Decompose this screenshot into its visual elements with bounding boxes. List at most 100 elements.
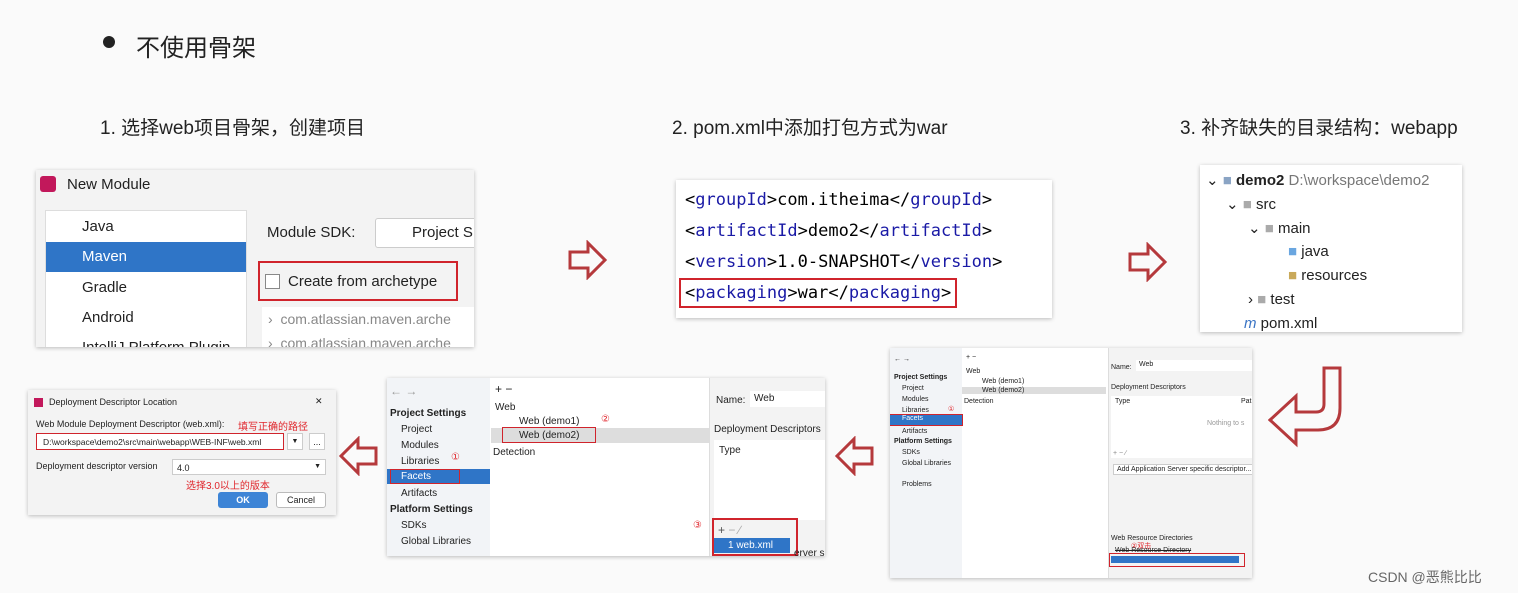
tree-src[interactable]: ⌄ ■ src (1226, 195, 1276, 213)
tree-pom[interactable]: m pom.xml (1244, 315, 1317, 332)
facet-group-web: Web (966, 368, 981, 375)
dd-toolbar[interactable]: + − ∕ (1113, 450, 1126, 457)
pom-line-artifactid: <artifactId>demo2</artifactId> (685, 221, 993, 241)
descriptor-label: Web Module Deployment Descriptor (web.xm… (36, 419, 225, 429)
cancel-button[interactable]: Cancel (276, 492, 326, 508)
dialog-title: Deployment Descriptor Location (49, 397, 178, 407)
tree-java[interactable]: ■ java (1288, 243, 1329, 260)
archetype-checkbox[interactable] (265, 274, 280, 289)
sdk-label: Module SDK: (267, 224, 356, 241)
settings-sidebar: ← → Project Settings Project Modules Lib… (387, 378, 490, 556)
bullet-dot (103, 36, 115, 48)
list-item-android[interactable]: Android (46, 303, 134, 326)
list-item-maven[interactable]: Maven (46, 242, 246, 272)
step-2-heading: 2. pom.xml中添加打包方式为war (672, 118, 948, 139)
archetype-item[interactable]: › com.atlassian.maven.arche (268, 311, 451, 327)
facet-group-web: Web (495, 402, 516, 413)
detection-item[interactable]: Detection (964, 398, 994, 405)
arrow-curved-down-left-icon (1268, 366, 1342, 448)
nav-arrows: ← → (894, 356, 910, 363)
facet-web-demo1[interactable]: Web (demo1) (982, 378, 1024, 385)
sidebar-item-facets[interactable]: Facets (387, 469, 490, 484)
list-item-java[interactable]: Java (46, 211, 246, 241)
project-settings-heading: Project Settings (894, 374, 948, 381)
name-input[interactable]: Web (1136, 360, 1252, 371)
project-settings-heading: Project Settings (390, 408, 467, 419)
type-col: Type (1115, 398, 1131, 405)
sidebar-item-sdks[interactable]: SDKs (902, 449, 920, 456)
intellij-logo-icon (40, 176, 56, 192)
tree-root[interactable]: ⌄ ■ demo2 D:\workspace\demo2 (1206, 171, 1429, 189)
new-module-dialog: New Module Java Maven Gradle Android Int… (36, 170, 474, 347)
list-item-intellij-plugin[interactable]: IntelliJ Platform Plugin (46, 333, 230, 347)
facet-web-demo2[interactable]: Web (demo2) (962, 387, 1106, 394)
list-item-gradle[interactable]: Gradle (46, 273, 127, 296)
facet-web-demo2[interactable]: Web (demo2) (491, 427, 709, 443)
close-icon[interactable]: ✕ (315, 396, 323, 407)
step-3-heading: 3. 补齐缺失的目录结构：webapp (1180, 118, 1458, 139)
module-type-list: Java Maven Gradle Android IntelliJ Platf… (45, 210, 247, 347)
intellij-logo-icon (34, 398, 43, 407)
name-input[interactable]: Web (750, 391, 825, 407)
sidebar-item-project[interactable]: Project (902, 385, 924, 392)
sidebar-item-artifacts[interactable]: Artifacts (401, 488, 437, 499)
server-text: erver s (794, 548, 825, 556)
platform-settings-heading: Platform Settings (390, 504, 473, 515)
add-server-descriptor-button[interactable]: Add Application Server specific descript… (1113, 464, 1252, 475)
archetype-item[interactable]: › com.atlassian.maven.arche (268, 335, 451, 347)
sidebar-item-global-libraries[interactable]: Global Libraries (401, 536, 471, 547)
ok-button[interactable]: OK (218, 492, 268, 508)
wrd-heading: Web Resource Directories (1111, 535, 1193, 542)
tree-main[interactable]: ⌄ ■ main (1248, 219, 1311, 237)
pom-line-packaging: <packaging>war</packaging> (679, 278, 958, 308)
tree-test[interactable]: › ■ test (1248, 291, 1295, 308)
sidebar-item-libraries[interactable]: Libraries (902, 407, 929, 414)
watermark: CSDN @恶熊比比 (1368, 569, 1482, 585)
sidebar-item-libraries[interactable]: Libraries (401, 456, 439, 467)
sidebar-item-problems[interactable]: Problems (902, 481, 932, 488)
sidebar-item-artifacts[interactable]: Artifacts (902, 428, 927, 435)
sdk-select[interactable]: Project S (375, 218, 474, 248)
version-select[interactable]: 4.0 ▼ (172, 459, 326, 475)
wrd-highlight (1109, 553, 1245, 567)
dd-table: Type (714, 440, 825, 520)
facet-toolbar[interactable]: + − (495, 382, 512, 396)
sidebar-item-sdks[interactable]: SDKs (401, 520, 427, 531)
deployment-descriptor-dialog: Deployment Descriptor Location ✕ Web Mod… (28, 390, 336, 515)
platform-settings-heading: Platform Settings (894, 438, 952, 445)
name-label: Name: (1111, 364, 1132, 371)
sidebar-item-facets[interactable]: Facets (890, 414, 963, 426)
project-structure-facets-web: ← → Project Settings Project Modules Lib… (890, 348, 1252, 578)
step-mark-2: ② (601, 414, 610, 425)
dd-heading: Deployment Descriptors (714, 424, 821, 435)
archetype-list: › com.atlassian.maven.arche › com.atlass… (262, 307, 474, 347)
nav-arrows[interactable]: ← → (390, 384, 417, 398)
sidebar-item-modules[interactable]: Modules (401, 440, 439, 451)
version-label: Deployment descriptor version (36, 461, 158, 471)
pom-xml-snippet: <groupId>com.itheima</groupId> <artifact… (676, 180, 1052, 318)
settings-sidebar: ← → Project Settings Project Modules Lib… (890, 348, 963, 578)
descriptor-path-input[interactable]: D:\workspace\demo2\src\main\webapp\WEB-I… (36, 433, 284, 450)
step-1-heading: 1. 选择web项目骨架，创建项目 (100, 118, 365, 139)
archetype-label: Create from archetype (288, 273, 438, 290)
arrow-right-icon (1128, 242, 1168, 282)
browse-button[interactable]: ... (309, 433, 325, 450)
empty-text: Nothing to s (1207, 420, 1245, 427)
facet-web-demo1[interactable]: Web (demo1) (519, 416, 579, 427)
path-col: Pat (1241, 398, 1252, 405)
webxml-popup-item[interactable]: 1 web.xml (714, 538, 790, 553)
project-tree: ⌄ ■ demo2 D:\workspace\demo2 ⌄ ■ src ⌄ ■… (1200, 165, 1462, 332)
add-descriptor-button[interactable]: + − ∕ (718, 523, 741, 537)
version-hint: 选择3.0以上的版本 (186, 481, 270, 492)
tree-resources[interactable]: ■ resources (1288, 267, 1367, 284)
sidebar-item-project[interactable]: Project (401, 424, 432, 435)
path-dropdown-button[interactable]: ▼ (287, 433, 303, 450)
sidebar-item-global-libraries[interactable]: Global Libraries (902, 460, 951, 467)
pom-line-groupid: <groupId>com.itheima</groupId> (685, 190, 993, 210)
detection-item[interactable]: Detection (493, 447, 535, 458)
slide-title: 不使用骨架 (136, 35, 256, 62)
path-hint: 填写正确的路径 (238, 422, 308, 433)
facet-toolbar[interactable]: + − (966, 354, 976, 361)
step-mark-3: ③ (693, 520, 702, 531)
sidebar-item-modules[interactable]: Modules (902, 396, 928, 403)
